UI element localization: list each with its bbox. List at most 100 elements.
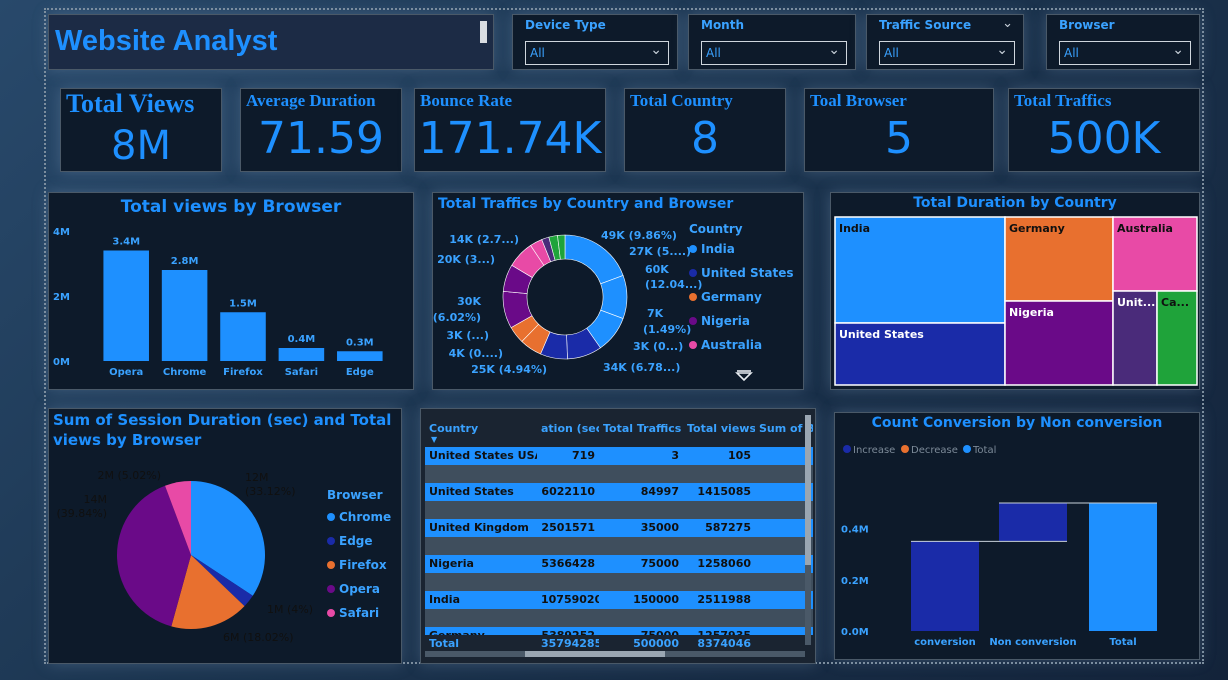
conversion-waterfall-chart[interactable]: Increase Decrease Total 0.0M 0.2M 0.4M convers… bbox=[835, 413, 1201, 661]
total-views-card: Total Views 8M bbox=[60, 88, 222, 172]
slice-label: 3K (0...) bbox=[633, 340, 683, 353]
duration-by-country-visual[interactable]: Total Duration by Country India United St… bbox=[830, 192, 1200, 390]
legend-item[interactable]: Edge bbox=[339, 534, 373, 548]
table-row[interactable]: India 10759020 150000 2511988 bbox=[425, 591, 813, 609]
legend-swatch bbox=[327, 537, 335, 545]
slice-label: 14M bbox=[84, 493, 108, 506]
total-country-card: Total Country 8 bbox=[624, 88, 786, 172]
traffics-by-country-visual[interactable]: Total Traffics by Country and Browser 49… bbox=[432, 192, 804, 390]
table-row[interactable]: United States 6022110 84997 1415085 bbox=[425, 483, 813, 501]
table-cell: Nigeria bbox=[429, 557, 474, 570]
scrollbar-thumb[interactable] bbox=[805, 415, 811, 565]
table-cell: Total bbox=[429, 637, 460, 650]
column-header[interactable]: Total Traffics bbox=[599, 417, 683, 437]
duration-treemap[interactable]: India United States Germany Nigeria Australi… bbox=[831, 193, 1201, 391]
table-total-row: Total 35794285 500000 8374046 bbox=[425, 635, 813, 651]
session-duration-pie-chart[interactable]: 12M(33.12%) 1M (4%) 6M (18.02%) 14M(39.84%)… bbox=[49, 409, 403, 665]
bar[interactable] bbox=[278, 348, 325, 361]
title-scrollbar[interactable] bbox=[480, 21, 487, 43]
bar[interactable] bbox=[999, 503, 1067, 542]
kpi-value: 500K bbox=[1047, 113, 1161, 164]
legend-item: Increase bbox=[853, 445, 895, 456]
scroll-down-arrow-icon[interactable] bbox=[735, 372, 753, 382]
month-slicer[interactable]: Month All ⌄ bbox=[688, 14, 856, 70]
table-row[interactable]: Nigeria 5366428 75000 1258060 bbox=[425, 555, 813, 573]
views-by-browser-visual[interactable]: Total views by Browser 0M 2M 4M 3.4M Opera 2.… bbox=[48, 192, 414, 390]
legend-item[interactable]: Australia bbox=[701, 338, 762, 352]
data-label: 0.4M bbox=[288, 334, 316, 345]
legend-swatch bbox=[901, 445, 909, 453]
chevron-down-icon[interactable]: ⌄ bbox=[1002, 16, 1013, 31]
y-tick-label: 0M bbox=[53, 357, 70, 368]
legend-item[interactable]: United States bbox=[701, 266, 794, 280]
legend-item[interactable]: India bbox=[701, 242, 735, 256]
scrollbar-thumb[interactable] bbox=[525, 651, 665, 657]
legend-item[interactable]: Safari bbox=[339, 606, 379, 620]
column-header[interactable]: ation (sec) bbox=[537, 417, 599, 437]
bar[interactable] bbox=[220, 312, 266, 361]
table-cell: 587275 bbox=[705, 521, 751, 534]
bar[interactable] bbox=[1089, 503, 1157, 631]
donut-slice[interactable] bbox=[564, 234, 624, 285]
slice-label: 12M bbox=[245, 471, 269, 484]
kpi-label: Total Country bbox=[630, 91, 733, 110]
slice-label: 34K (6.78...) bbox=[603, 361, 680, 374]
table-cell: 719 bbox=[572, 449, 595, 462]
kpi-value: 8M bbox=[111, 123, 171, 169]
conversion-visual[interactable]: Count Conversion by Non conversion Incre… bbox=[834, 412, 1200, 660]
legend-item[interactable]: Opera bbox=[339, 582, 380, 596]
table-row[interactable]: United States USA 719 3 105 bbox=[425, 447, 813, 465]
slicer-label: Device Type bbox=[525, 18, 606, 32]
table-cell: 2511988 bbox=[697, 593, 751, 606]
traffic-source-slicer[interactable]: Traffic Source ⌄ All ⌄ bbox=[866, 14, 1024, 70]
session-duration-visual[interactable]: Sum of Session Duration (sec) and Total … bbox=[48, 408, 402, 664]
legend-swatch bbox=[327, 609, 335, 617]
bar[interactable] bbox=[103, 250, 149, 362]
treemap-label: Unit... bbox=[1117, 296, 1155, 309]
month-dropdown[interactable]: All ⌄ bbox=[701, 41, 847, 65]
treemap-label: Germany bbox=[1009, 222, 1065, 235]
data-label: 0.3M bbox=[346, 337, 374, 348]
country-table[interactable]: Country ation (sec) Total Traffics Total… bbox=[425, 415, 813, 651]
x-tick-label: Safari bbox=[285, 367, 318, 378]
slice-label: (33.12%) bbox=[245, 485, 296, 498]
bar[interactable] bbox=[337, 351, 383, 361]
table-horizontal-scrollbar[interactable] bbox=[425, 651, 805, 657]
column-header[interactable]: Country bbox=[425, 417, 537, 437]
slice-label: (39.84%) bbox=[56, 507, 107, 520]
slicer-label: Browser bbox=[1059, 18, 1115, 32]
legend-item[interactable]: Germany bbox=[701, 290, 762, 304]
y-tick-label: 4M bbox=[53, 227, 70, 238]
chevron-down-icon: ⌄ bbox=[996, 42, 1008, 58]
views-by-browser-chart[interactable]: 0M 2M 4M 3.4M Opera 2.8M Chrome 1.5M Firefox 0.4M… bbox=[49, 193, 415, 391]
average-duration-card: Average Duration 71.59 bbox=[240, 88, 402, 172]
table-cell: 35794285 bbox=[541, 637, 599, 650]
chevron-down-icon: ⌄ bbox=[1172, 42, 1184, 58]
table-vertical-scrollbar[interactable] bbox=[805, 415, 811, 645]
country-table-visual[interactable]: Country ation (sec) Total Traffics Total… bbox=[420, 408, 816, 664]
column-header[interactable]: Total views bbox=[683, 417, 755, 437]
slice-label: 20K (3...) bbox=[437, 253, 495, 266]
bar[interactable] bbox=[911, 541, 979, 631]
traffics-donut-chart[interactable]: 49K (9.86%) 27K (5....) 60K (12.04...) 7K (1.… bbox=[433, 193, 805, 391]
table-cell: 8374046 bbox=[697, 637, 751, 650]
slicer-label: Traffic Source bbox=[879, 18, 972, 32]
y-tick-label: 0.4M bbox=[841, 525, 869, 536]
bar[interactable] bbox=[161, 270, 208, 361]
slice-label: 49K (9.86%) bbox=[601, 229, 677, 242]
data-label: 3.4M bbox=[112, 237, 140, 248]
traffic-source-dropdown[interactable]: All ⌄ bbox=[879, 41, 1015, 65]
table-cell: 75000 bbox=[640, 557, 679, 570]
browser-slicer[interactable]: Browser All ⌄ bbox=[1046, 14, 1200, 70]
kpi-label: Average Duration bbox=[246, 91, 376, 110]
legend-item[interactable]: Nigeria bbox=[701, 314, 750, 328]
slicer-label: Month bbox=[701, 18, 745, 32]
table-row[interactable]: United Kingdom 2501571 35000 587275 bbox=[425, 519, 813, 537]
kpi-value: 8 bbox=[691, 113, 719, 164]
browser-dropdown[interactable]: All ⌄ bbox=[1059, 41, 1191, 65]
legend-item[interactable]: Firefox bbox=[339, 558, 387, 572]
x-tick-label: conversion bbox=[914, 637, 976, 648]
legend-item[interactable]: Chrome bbox=[339, 510, 391, 524]
device-type-dropdown[interactable]: All ⌄ bbox=[525, 41, 669, 65]
device-type-slicer[interactable]: Device Type All ⌄ bbox=[512, 14, 678, 70]
